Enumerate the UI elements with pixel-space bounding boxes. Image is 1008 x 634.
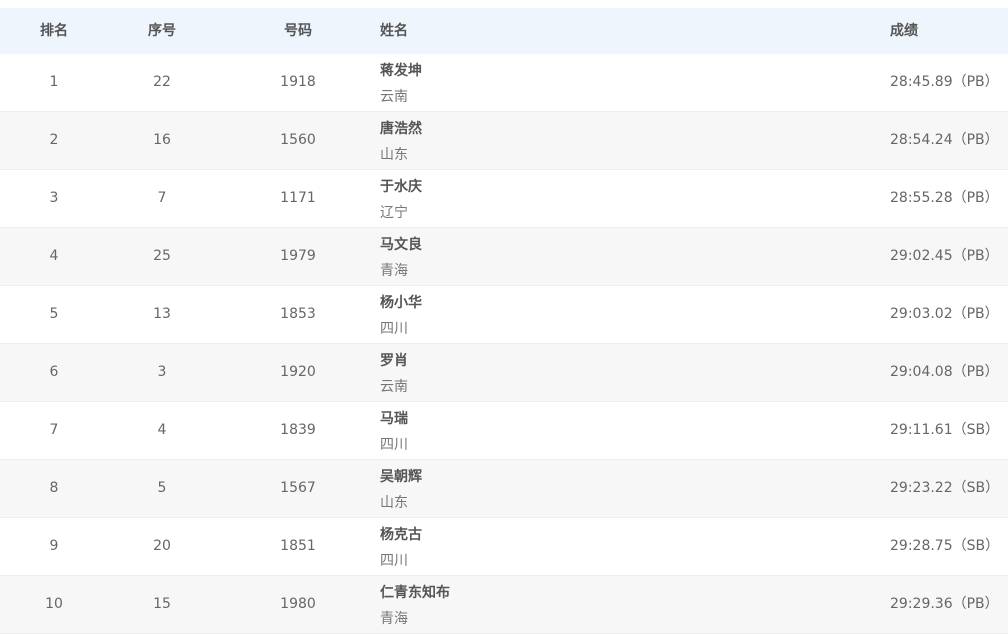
number-cell: 1918 <box>280 74 316 90</box>
number-cell: 1920 <box>280 364 316 380</box>
seq-cell: 5 <box>157 480 167 496</box>
athlete-province: 云南 <box>380 379 408 395</box>
athlete-province: 云南 <box>380 89 408 105</box>
table-row[interactable]: 1 22 1918 蒋发坤云南 28:45.89（PB） <box>0 54 1008 112</box>
table-row[interactable]: 10 15 1980 仁青东知布青海 29:29.36（PB） <box>0 576 1008 634</box>
table-row[interactable]: 7 4 1839 马瑞四川 29:11.61（SB） <box>0 402 1008 460</box>
athlete-province: 四川 <box>380 553 408 569</box>
seq-cell: 20 <box>153 538 171 554</box>
rank-cell: 8 <box>49 480 59 496</box>
header-seq[interactable]: 序号 <box>122 8 202 54</box>
rank-cell: 5 <box>49 306 59 322</box>
score-cell: 29:04.08（PB） <box>890 364 999 380</box>
seq-cell: 16 <box>153 132 171 148</box>
name-cell: 仁青东知布 青海 <box>380 576 780 633</box>
athlete-province: 四川 <box>380 321 408 337</box>
table-row[interactable]: 3 7 1171 于水庆辽宁 28:55.28（PB） <box>0 170 1008 228</box>
athlete-name[interactable]: 吴朝辉 <box>380 466 422 486</box>
athlete-name[interactable]: 唐浩然 <box>380 118 422 138</box>
table-row[interactable]: 2 16 1560 唐浩然山东 28:54.24（PB） <box>0 112 1008 170</box>
table-header: 排名 序号 号码 姓名 成绩 <box>0 8 1008 54</box>
rank-cell: 4 <box>49 248 59 264</box>
rank-cell: 1 <box>49 74 59 90</box>
athlete-name[interactable]: 仁青东知布 <box>380 582 450 602</box>
score-cell: 29:11.61（SB） <box>890 422 1000 438</box>
number-cell: 1853 <box>280 306 316 322</box>
table-row[interactable]: 6 3 1920 罗肖云南 29:04.08（PB） <box>0 344 1008 402</box>
athlete-name[interactable]: 于水庆 <box>380 176 422 196</box>
seq-cell: 4 <box>157 422 167 438</box>
score-cell: 29:23.22（SB） <box>890 480 1000 496</box>
rank-cell: 6 <box>49 364 59 380</box>
seq-cell: 15 <box>153 596 171 612</box>
seq-cell: 7 <box>157 190 167 206</box>
header-number[interactable]: 号码 <box>258 8 338 54</box>
athlete-province: 山东 <box>380 495 408 511</box>
name-cell: 马文良 青海 <box>380 228 780 285</box>
rank-cell: 2 <box>49 132 59 148</box>
athlete-province: 辽宁 <box>380 205 408 221</box>
rank-cell: 7 <box>49 422 59 438</box>
athlete-province: 山东 <box>380 147 408 163</box>
name-cell: 马瑞 四川 <box>380 402 780 459</box>
number-cell: 1980 <box>280 596 316 612</box>
score-cell: 28:45.89（PB） <box>890 74 999 90</box>
name-cell: 于水庆 辽宁 <box>380 170 780 227</box>
name-cell: 罗肖 云南 <box>380 344 780 401</box>
number-cell: 1560 <box>280 132 316 148</box>
seq-cell: 25 <box>153 248 171 264</box>
athlete-name[interactable]: 蒋发坤 <box>380 60 422 80</box>
rank-cell: 3 <box>49 190 59 206</box>
score-cell: 29:03.02（PB） <box>890 306 999 322</box>
athlete-name[interactable]: 杨克古 <box>380 524 422 544</box>
table-row[interactable]: 4 25 1979 马文良青海 29:02.45（PB） <box>0 228 1008 286</box>
number-cell: 1567 <box>280 480 316 496</box>
header-name[interactable]: 姓名 <box>380 8 408 54</box>
score-cell: 29:28.75（SB） <box>890 538 1000 554</box>
athlete-name[interactable]: 马文良 <box>380 234 422 254</box>
name-cell: 吴朝辉 山东 <box>380 460 780 517</box>
number-cell: 1171 <box>280 190 316 206</box>
name-cell: 杨小华 四川 <box>380 286 780 343</box>
athlete-name[interactable]: 杨小华 <box>380 292 422 312</box>
header-score[interactable]: 成绩 <box>890 8 918 54</box>
score-cell: 29:29.36（PB） <box>890 596 999 612</box>
number-cell: 1979 <box>280 248 316 264</box>
score-cell: 29:02.45（PB） <box>890 248 999 264</box>
table-row[interactable]: 9 20 1851 杨克古四川 29:28.75（SB） <box>0 518 1008 576</box>
athlete-name[interactable]: 罗肖 <box>380 350 408 370</box>
rank-cell: 10 <box>45 596 63 612</box>
athlete-province: 青海 <box>380 263 408 279</box>
header-rank[interactable]: 排名 <box>14 8 94 54</box>
table-row[interactable]: 8 5 1567 吴朝辉山东 29:23.22（SB） <box>0 460 1008 518</box>
number-cell: 1851 <box>280 538 316 554</box>
athlete-name[interactable]: 马瑞 <box>380 408 408 428</box>
athlete-province: 青海 <box>380 611 408 627</box>
seq-cell: 13 <box>153 306 171 322</box>
rank-cell: 9 <box>49 538 59 554</box>
name-cell: 蒋发坤 云南 <box>380 54 780 111</box>
athlete-province: 四川 <box>380 437 408 453</box>
name-cell: 唐浩然 山东 <box>380 112 780 169</box>
seq-cell: 22 <box>153 74 171 90</box>
seq-cell: 3 <box>157 364 167 380</box>
table-row[interactable]: 5 13 1853 杨小华四川 29:03.02（PB） <box>0 286 1008 344</box>
score-cell: 28:54.24（PB） <box>890 132 999 148</box>
score-cell: 28:55.28（PB） <box>890 190 999 206</box>
number-cell: 1839 <box>280 422 316 438</box>
name-cell: 杨克古 四川 <box>380 518 780 575</box>
